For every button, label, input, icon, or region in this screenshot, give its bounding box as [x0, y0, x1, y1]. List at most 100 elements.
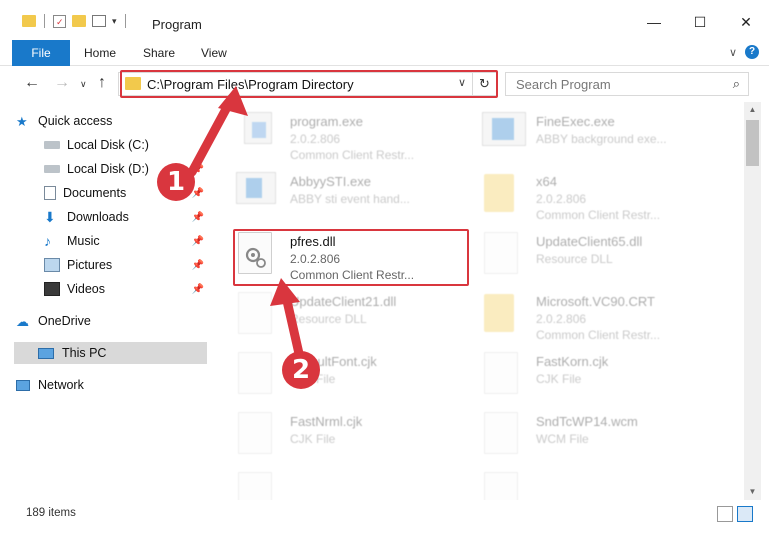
file-name: Microsoft.VC90.CRT	[536, 294, 655, 309]
folder-icon[interactable]	[22, 15, 36, 27]
forward-arrow-icon[interactable]: →	[54, 74, 70, 92]
navigation-pane: ★ Quick access Local Disk (C:) Local Dis…	[0, 102, 210, 500]
separator	[44, 14, 45, 28]
file-item-pfres-dll[interactable]: pfres.dll 2.0.2.806 Common Client Restr.…	[232, 226, 472, 286]
file-version: 2.0.2.806	[290, 132, 341, 146]
sidebar-item-label: Videos	[67, 282, 105, 296]
refresh-icon[interactable]: ↻	[472, 73, 496, 95]
close-button[interactable]: ✕	[723, 8, 769, 36]
address-path[interactable]: C:\Program Files\Program Directory	[147, 77, 354, 92]
file-name: FastNrml.cjk	[290, 414, 363, 429]
dll-icon	[484, 232, 518, 274]
star-icon: ★	[16, 114, 28, 129]
sidebar-item-videos[interactable]: Videos 📌	[44, 278, 210, 300]
file-description: ABBY sti event hand...	[290, 192, 410, 206]
pin-icon[interactable]: 📌	[192, 284, 204, 295]
sidebar-item-label: OneDrive	[38, 314, 91, 328]
file-item-partial[interactable]	[232, 466, 472, 500]
file-type: CJK File	[290, 432, 336, 446]
address-dropdown-icon[interactable]: ∨	[458, 76, 466, 89]
maximize-button[interactable]: ☐	[677, 8, 723, 36]
customize-qat-icon[interactable]	[92, 15, 106, 27]
file-item-fastnrml-cjk[interactable]: FastNrml.cjk CJK File	[232, 406, 472, 466]
pin-icon[interactable]: 📌	[192, 212, 204, 223]
navigation-bar: ← → ∨ ↑ C:\Program Files\Program Directo…	[0, 66, 769, 102]
file-item-updateclient21-dll[interactable]: UpdateClient21.dll Resource DLL	[232, 286, 472, 346]
up-arrow-icon[interactable]: ↑	[98, 74, 106, 92]
qat-dropdown-icon[interactable]: ▾	[112, 16, 117, 27]
sidebar-item-label: Local Disk (C:)	[67, 138, 149, 152]
exe-icon	[240, 108, 276, 148]
file-icon	[484, 412, 518, 454]
sidebar-item-onedrive[interactable]: ☁ OneDrive	[16, 310, 210, 332]
vertical-scrollbar[interactable]: ▲ ▼	[744, 102, 761, 500]
tab-home[interactable]: Home	[84, 46, 116, 60]
file-item-abbyysti-exe[interactable]: AbbyySTI.exe ABBY sti event hand...	[232, 166, 472, 226]
details-view-icon[interactable]	[717, 506, 733, 522]
tab-view[interactable]: View	[201, 46, 227, 60]
drive-icon	[44, 165, 60, 173]
file-item-defaultfont-cjk[interactable]: DefaultFont.cjk CJK File	[232, 346, 472, 406]
file-item-program-exe[interactable]: program.exe 2.0.2.806 Common Client Rest…	[232, 106, 472, 166]
file-item-sndtcwp14-wcm[interactable]: SndTcWP14.wcm WCM File	[478, 406, 718, 466]
sidebar-item-this-pc[interactable]: This PC	[14, 342, 207, 364]
status-bar: 189 items	[0, 500, 769, 537]
file-item-x64[interactable]: x64 2.0.2.806 Common Client Restr...	[478, 166, 718, 226]
file-description: Resource DLL	[536, 252, 613, 266]
sidebar-item-quick-access[interactable]: ★ Quick access	[16, 110, 210, 132]
pin-icon[interactable]: 📌	[192, 164, 204, 175]
help-icon[interactable]: ?	[745, 45, 759, 59]
file-item-fastkorn-cjk[interactable]: FastKorn.cjk CJK File	[478, 346, 718, 406]
sidebar-item-label: Downloads	[67, 210, 129, 224]
dll-icon	[238, 292, 272, 334]
computer-icon	[38, 347, 54, 359]
pin-icon[interactable]: 📌	[192, 236, 204, 247]
file-name: UpdateClient65.dll	[536, 234, 643, 249]
tab-share[interactable]: Share	[143, 46, 175, 60]
file-name: program.exe	[290, 114, 363, 129]
folder-icon	[125, 77, 141, 90]
window-title: Program	[152, 17, 202, 32]
address-bar[interactable]: C:\Program Files\Program Directory ∨ ↻	[118, 72, 497, 96]
file-name: x64	[536, 174, 557, 189]
properties-icon[interactable]: ✓	[53, 14, 66, 28]
sidebar-item-local-disk-c[interactable]: Local Disk (C:)	[44, 134, 210, 156]
window-controls: — ☐ ✕	[631, 8, 769, 36]
sidebar-item-label: Music	[67, 234, 100, 248]
sidebar-item-label: Pictures	[67, 258, 113, 272]
view-switcher	[717, 506, 753, 522]
music-icon: ♪	[44, 233, 51, 249]
sidebar-item-music[interactable]: ♪ Music 📌	[44, 230, 210, 252]
scroll-down-icon[interactable]: ▼	[744, 484, 761, 500]
recent-locations-icon[interactable]: ∨	[80, 79, 87, 90]
exe-icon	[482, 112, 526, 148]
tab-file[interactable]: File	[12, 40, 70, 66]
expand-ribbon-icon[interactable]: ∨	[729, 46, 737, 59]
new-folder-icon[interactable]	[72, 15, 86, 27]
videos-icon	[44, 282, 60, 296]
sidebar-item-pictures[interactable]: Pictures 📌	[44, 254, 210, 276]
file-icon	[238, 472, 272, 500]
file-item-updateclient65-dll[interactable]: UpdateClient65.dll Resource DLL	[478, 226, 718, 286]
minimize-button[interactable]: —	[631, 8, 677, 36]
sidebar-item-downloads[interactable]: ⬇ Downloads 📌	[44, 206, 210, 228]
file-item-fineexec-exe[interactable]: FineExec.exe ABBY background exe...	[478, 106, 718, 166]
pin-icon[interactable]: 📌	[192, 260, 204, 271]
file-name: SndTcWP14.wcm	[536, 414, 638, 429]
sidebar-item-network[interactable]: Network	[16, 374, 210, 396]
file-name: UpdateClient21.dll	[290, 294, 397, 309]
file-description: Common Client Restr...	[536, 208, 661, 222]
scroll-thumb[interactable]	[746, 120, 759, 166]
documents-icon	[44, 186, 56, 200]
exe-icon	[236, 172, 276, 206]
search-input[interactable]: Search Program ⌕	[505, 72, 749, 96]
scroll-up-icon[interactable]: ▲	[744, 102, 761, 118]
item-count: 189 items	[26, 507, 76, 519]
sidebar-item-label: Local Disk (D:)	[67, 162, 149, 176]
search-icon[interactable]: ⌕	[733, 76, 740, 92]
sidebar-item-label: Documents	[63, 186, 127, 200]
file-item-microsoft-vc90-crt[interactable]: Microsoft.VC90.CRT 2.0.2.806 Common Clie…	[478, 286, 718, 346]
back-arrow-icon[interactable]: ←	[24, 74, 40, 92]
file-item-partial[interactable]	[478, 466, 718, 500]
large-icons-view-icon[interactable]	[737, 506, 753, 522]
